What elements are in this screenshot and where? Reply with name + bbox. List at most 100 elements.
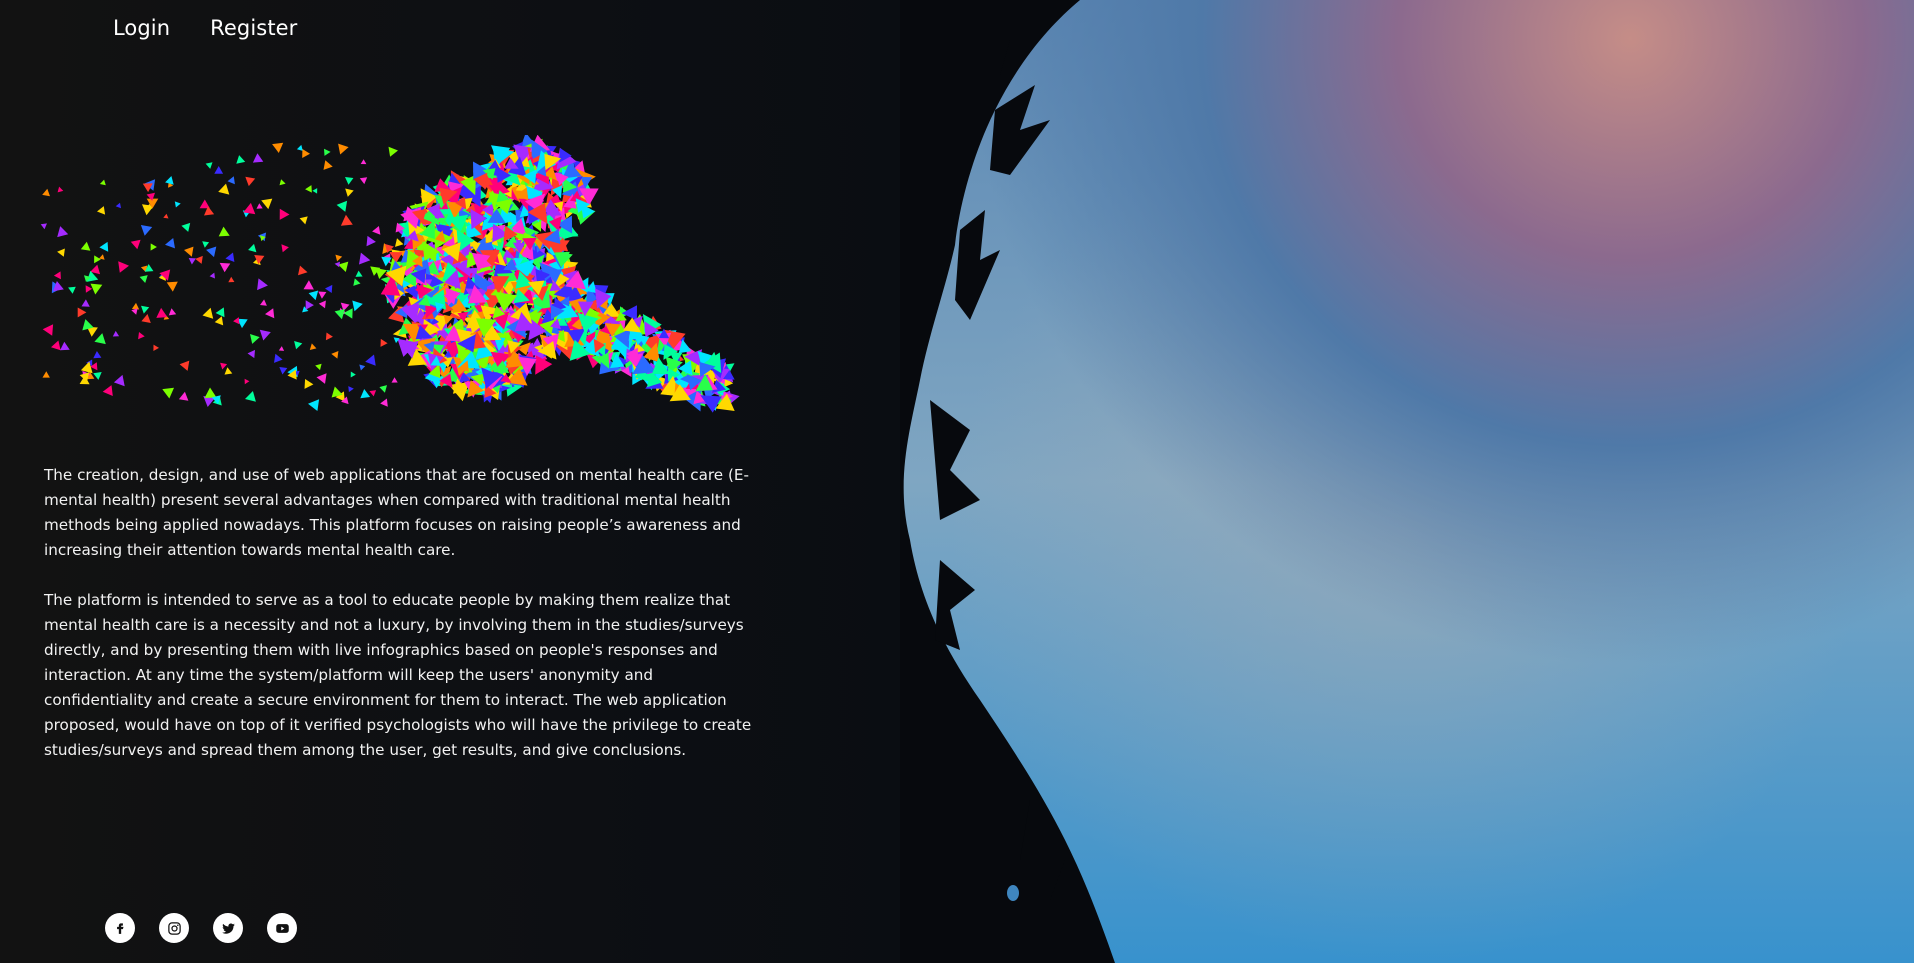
scatter-fragment bbox=[248, 243, 257, 253]
scatter-fragment bbox=[304, 379, 314, 389]
scatter-fragment bbox=[57, 226, 69, 238]
scatter-fragment bbox=[209, 272, 215, 279]
scatter-fragment bbox=[296, 144, 303, 151]
scatter-fragment bbox=[113, 374, 125, 387]
scatter-fragment bbox=[102, 385, 113, 396]
scatter-fragment bbox=[305, 185, 312, 193]
scatter-fragment bbox=[218, 226, 230, 237]
scatter-fragment bbox=[215, 307, 225, 318]
scatter-fragment bbox=[165, 238, 175, 249]
scatter-fragment bbox=[318, 291, 327, 299]
login-link[interactable]: Login bbox=[113, 16, 170, 40]
scatter-fragment bbox=[112, 330, 120, 337]
scatter-fragment bbox=[77, 307, 87, 318]
scatter-fragment bbox=[278, 346, 285, 351]
scatter-fragment bbox=[156, 307, 168, 318]
scatter-fragment bbox=[81, 299, 90, 307]
scatter-fragment bbox=[236, 155, 246, 164]
scatter-fragment bbox=[219, 262, 231, 273]
scatter-fragment bbox=[309, 343, 317, 350]
scatter-fragment bbox=[181, 222, 191, 232]
scatter-fragment bbox=[53, 271, 61, 280]
scatter-fragment bbox=[227, 176, 235, 185]
scatter-fragment bbox=[325, 284, 333, 293]
scatter-fragment bbox=[60, 341, 70, 351]
scatter-fragment bbox=[57, 186, 64, 193]
scatter-fragment bbox=[372, 226, 381, 235]
scatter-fragment bbox=[316, 373, 327, 384]
scatter-fragment bbox=[138, 332, 145, 340]
scatter-fragment bbox=[94, 255, 101, 264]
scatter-fragment bbox=[274, 353, 283, 363]
scatter-fragment bbox=[257, 278, 268, 291]
scatter-fragment bbox=[340, 214, 353, 226]
register-link[interactable]: Register bbox=[210, 16, 297, 40]
scatter-fragment bbox=[140, 225, 153, 236]
scatter-fragment bbox=[318, 300, 326, 309]
scatter-fragment bbox=[205, 162, 213, 169]
scatter-fragment bbox=[312, 188, 318, 194]
scatter-fragment bbox=[365, 354, 376, 366]
scatter-fragment bbox=[247, 349, 255, 359]
social-links bbox=[105, 913, 297, 943]
scatter-fragment bbox=[97, 206, 106, 215]
scatter-fragment bbox=[380, 338, 388, 347]
scatter-fragment bbox=[366, 235, 376, 247]
scatter-fragment bbox=[279, 208, 290, 220]
youtube-icon[interactable] bbox=[267, 913, 297, 943]
scatter-fragment bbox=[345, 177, 354, 185]
scatter-fragment bbox=[260, 299, 267, 306]
scatter-fragment bbox=[99, 179, 106, 186]
scatter-fragment bbox=[214, 316, 224, 326]
scatter-fragment bbox=[343, 308, 353, 319]
scatter-fragment bbox=[279, 179, 286, 186]
scatter-fragment bbox=[141, 314, 151, 323]
scatter-fragment bbox=[42, 188, 50, 197]
scatter-fragment bbox=[94, 333, 106, 345]
twitter-icon[interactable] bbox=[213, 913, 243, 943]
instagram-icon[interactable] bbox=[159, 913, 189, 943]
scatter-fragment bbox=[131, 308, 138, 315]
scatter-fragment bbox=[162, 387, 174, 399]
scatter-fragment bbox=[179, 360, 190, 371]
scatter-fragment bbox=[335, 254, 343, 262]
scatter-fragment bbox=[130, 239, 141, 250]
scatter-fragment bbox=[245, 391, 256, 402]
scatter-fragment bbox=[315, 363, 322, 371]
scatter-fragment bbox=[331, 351, 339, 359]
scatter-fragment bbox=[323, 160, 333, 170]
scatter-fragment bbox=[204, 387, 217, 398]
hero-silhouette-artwork bbox=[900, 0, 1914, 963]
scatter-fragment bbox=[299, 216, 308, 225]
scatter-fragment bbox=[353, 278, 361, 286]
scatter-fragment bbox=[250, 334, 260, 344]
scatter-fragment bbox=[369, 390, 377, 397]
scatter-fragment bbox=[303, 280, 314, 290]
scatter-fragment bbox=[348, 386, 354, 393]
facebook-icon[interactable] bbox=[105, 913, 135, 943]
scatter-fragment bbox=[308, 290, 319, 301]
scatter-fragment bbox=[244, 378, 250, 385]
scatter-fragment bbox=[360, 159, 367, 165]
scatter-fragment bbox=[206, 246, 217, 258]
scatter-fragment bbox=[228, 276, 235, 283]
scatter-fragment bbox=[388, 146, 398, 157]
scatter-fragment bbox=[294, 341, 303, 350]
scatter-fragment bbox=[178, 391, 189, 401]
scatter-fragment bbox=[118, 261, 129, 273]
scatter-fragment bbox=[279, 367, 288, 375]
scatter-fragment bbox=[345, 188, 354, 197]
scatter-fragment bbox=[168, 308, 177, 316]
scatter-fragment bbox=[93, 351, 102, 359]
scatter-fragment bbox=[265, 308, 275, 319]
scatter-fragment bbox=[334, 261, 340, 268]
scatter-fragment bbox=[252, 153, 264, 163]
scatter-fragment bbox=[174, 201, 181, 208]
scatter-fragment bbox=[99, 241, 109, 252]
scatter-fragment bbox=[214, 166, 224, 174]
scatter-fragment bbox=[163, 213, 169, 219]
scatter-fragment bbox=[139, 275, 148, 283]
scatter-fragment bbox=[395, 238, 404, 247]
scatter-fragment bbox=[68, 286, 76, 294]
scatter-fragment bbox=[359, 252, 371, 265]
